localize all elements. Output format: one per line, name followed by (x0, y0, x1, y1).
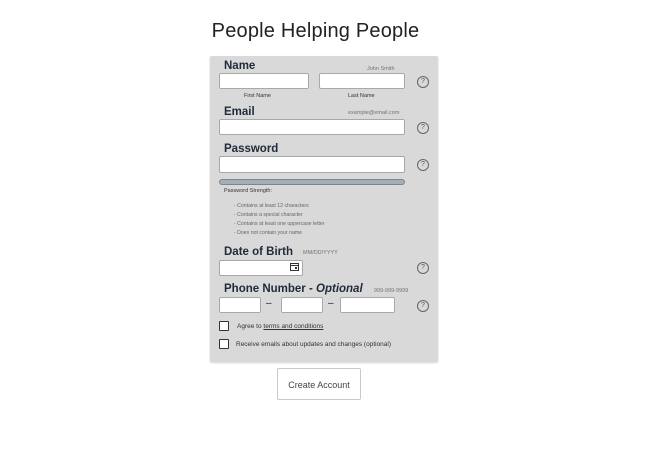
name-help-icon[interactable]: ? (417, 76, 429, 88)
name-label: Name (224, 60, 256, 72)
terms-prefix: Agree to (237, 323, 264, 330)
phone-line-input[interactable] (340, 297, 395, 313)
dob-label: Date of Birth (224, 246, 293, 258)
email-updates-text: Receive emails about updates and changes… (236, 341, 392, 348)
dob-help-icon[interactable]: ? (417, 262, 429, 274)
password-label: Password (224, 143, 279, 155)
phone-area-code-input[interactable] (219, 297, 261, 313)
last-name-caption: Last Name (348, 93, 375, 99)
email-help-icon[interactable]: ? (417, 122, 429, 134)
terms-checkbox[interactable] (219, 321, 229, 331)
email-updates-checkbox[interactable] (219, 339, 229, 349)
requirement-item: - Contains a special character (234, 212, 303, 218)
requirement-item: - Does not contain your name (234, 230, 303, 236)
phone-label-main: Phone Number - (224, 283, 317, 295)
phone-separator: – (266, 298, 272, 309)
email-input[interactable] (219, 119, 405, 135)
password-strength-label: Password Strength: (224, 188, 272, 194)
phone-hint: 999-999-9999 (374, 288, 409, 294)
password-input[interactable] (219, 156, 405, 173)
last-name-input[interactable] (319, 73, 405, 89)
first-name-caption: First Name (244, 93, 271, 99)
signup-form-card: Name John Smith ? First Name Last Name E… (210, 56, 438, 362)
create-account-button[interactable]: Create Account (277, 368, 361, 400)
email-hint: example@email.com (348, 110, 400, 116)
requirement-item: - Contains at least 12 characters (234, 203, 309, 209)
password-requirements: - Contains at least 12 characters - Cont… (234, 202, 325, 238)
requirement-item: - Contains at least one uppercase letter (234, 221, 325, 227)
name-hint: John Smith (367, 66, 395, 72)
phone-label-optional: Optional (316, 283, 363, 295)
password-help-icon[interactable]: ? (417, 159, 429, 171)
phone-separator: – (328, 298, 334, 309)
password-strength-bar (219, 179, 405, 185)
page-title: People Helping People (211, 20, 420, 42)
phone-help-icon[interactable]: ? (417, 300, 429, 312)
terms-link[interactable]: terms and conditions (263, 323, 323, 330)
phone-label: Phone Number - Optional (224, 283, 363, 295)
terms-text: Agree to terms and conditions (237, 323, 323, 330)
calendar-icon[interactable] (290, 263, 299, 271)
dob-hint: MM/DD/YYYY (303, 250, 338, 256)
first-name-input[interactable] (219, 73, 309, 89)
email-label: Email (224, 106, 255, 118)
phone-prefix-input[interactable] (281, 297, 323, 313)
